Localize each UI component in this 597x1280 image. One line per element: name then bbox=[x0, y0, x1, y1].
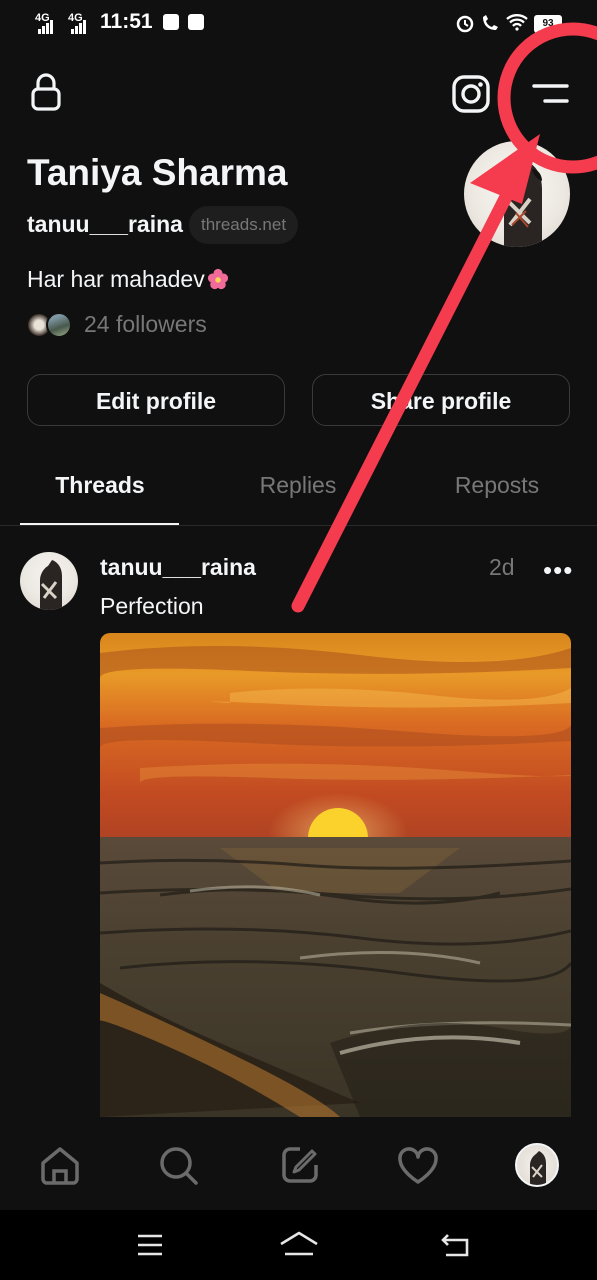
threads-domain-badge[interactable]: threads.net bbox=[189, 206, 299, 244]
profile-handle: tanuu___raina bbox=[27, 211, 183, 237]
alarm-icon bbox=[456, 15, 474, 33]
battery-indicator: 93 bbox=[534, 15, 562, 33]
tab-reposts[interactable]: Reposts bbox=[407, 472, 587, 499]
system-navigation-bar bbox=[0, 1210, 597, 1280]
signal-icon bbox=[38, 16, 54, 34]
flower-icon bbox=[207, 268, 228, 290]
avatar-figure bbox=[530, 1151, 546, 1185]
sunset-over-sea-image bbox=[100, 633, 571, 1117]
recent-apps-icon[interactable] bbox=[136, 1234, 164, 1256]
avatar-figure bbox=[504, 161, 542, 247]
profile-tab-avatar[interactable] bbox=[515, 1143, 559, 1187]
lock-icon[interactable] bbox=[30, 72, 62, 112]
wifi-icon bbox=[506, 14, 528, 31]
post-timestamp: 2d bbox=[489, 554, 515, 580]
back-icon[interactable] bbox=[440, 1232, 470, 1258]
notification-icon bbox=[163, 14, 179, 30]
post-username[interactable]: tanuu___raina bbox=[100, 554, 256, 581]
menu-icon[interactable] bbox=[530, 82, 570, 106]
profile-bio: Har har mahadev bbox=[27, 266, 229, 293]
system-home-icon[interactable] bbox=[278, 1230, 320, 1258]
edit-profile-button[interactable]: Edit profile bbox=[27, 374, 285, 426]
wifi-call-icon bbox=[483, 15, 498, 30]
search-icon[interactable] bbox=[158, 1145, 200, 1187]
signal-icon bbox=[71, 16, 87, 34]
status-bar: 4G 4G 11:51 93 bbox=[0, 0, 597, 48]
post-text: Perfection bbox=[100, 593, 204, 619]
post-image[interactable] bbox=[100, 633, 571, 1117]
profile-avatar[interactable] bbox=[464, 141, 570, 247]
bio-text: Har har mahadev bbox=[27, 266, 205, 292]
tab-threads[interactable]: Threads bbox=[10, 472, 190, 499]
tab-divider bbox=[0, 525, 597, 526]
compose-icon[interactable] bbox=[280, 1145, 320, 1185]
instagram-icon[interactable] bbox=[452, 75, 490, 113]
share-profile-button[interactable]: Share profile bbox=[312, 374, 570, 426]
tab-replies[interactable]: Replies bbox=[208, 472, 388, 499]
clock: 11:51 bbox=[100, 10, 153, 33]
follower-avatar bbox=[46, 312, 72, 338]
avatar-figure bbox=[40, 560, 62, 610]
post-more-button[interactable]: ••• bbox=[543, 555, 573, 586]
post-author-avatar[interactable] bbox=[20, 552, 78, 610]
followers-count[interactable]: 24 followers bbox=[84, 311, 207, 338]
notification-icon bbox=[188, 14, 204, 30]
follower-avatars[interactable] bbox=[26, 312, 76, 338]
heart-icon[interactable] bbox=[397, 1147, 439, 1185]
home-icon[interactable] bbox=[39, 1145, 81, 1185]
profile-name: Taniya Sharma bbox=[27, 152, 288, 193]
bottom-navigation bbox=[0, 1117, 597, 1210]
